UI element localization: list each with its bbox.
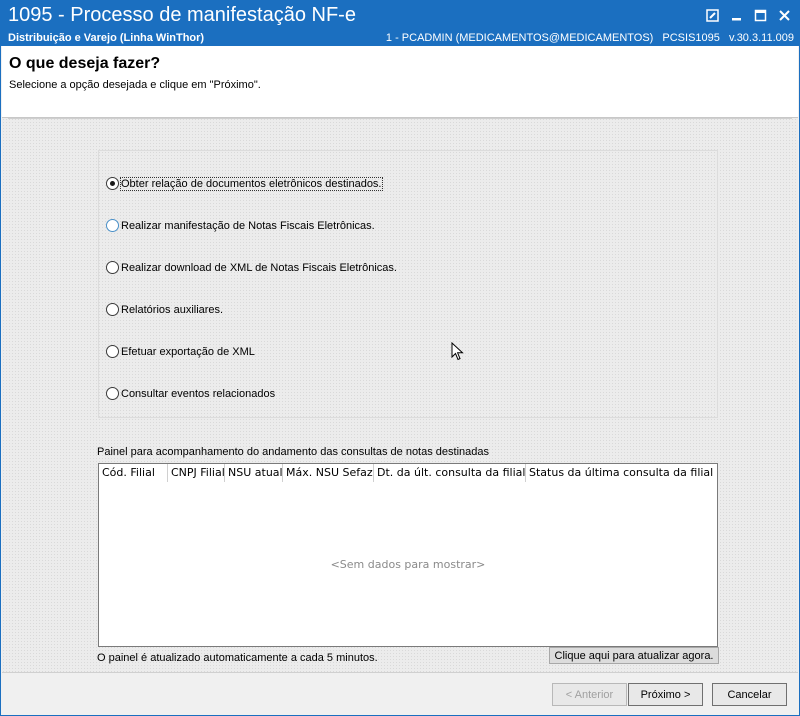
column-cnpj-filial[interactable]: CNPJ Filial xyxy=(168,464,225,482)
option-obter-relacao[interactable]: Obter relação de documentos eletrônicos … xyxy=(106,176,383,191)
column-max-nsu-sefaz[interactable]: Máx. NSU Sefaz xyxy=(283,464,374,482)
window-controls xyxy=(702,6,794,24)
panel-label: Painel para acompanhamento do andamento … xyxy=(97,446,489,458)
option-download-xml[interactable]: Realizar download de XML de Notas Fiscai… xyxy=(106,261,397,274)
radio-obter-relacao[interactable] xyxy=(106,177,119,190)
wizard-content: Obter relação de documentos eletrônicos … xyxy=(2,118,798,672)
page-instruction: Selecione a opção desejada e clique em "… xyxy=(9,79,261,91)
option-realizar-manifestacao[interactable]: Realizar manifestação de Notas Fiscais E… xyxy=(106,219,375,232)
status-grid[interactable]: Cód. Filial CNPJ Filial NSU atual Máx. N… xyxy=(98,463,718,647)
column-dt-ult-consulta[interactable]: Dt. da últ. consulta da filial xyxy=(374,464,526,482)
option-label: Realizar manifestação de Notas Fiscais E… xyxy=(121,219,375,232)
option-label: Efetuar exportação de XML xyxy=(121,345,255,358)
program-label: PCSIS1095 xyxy=(662,32,720,44)
edit-window-button[interactable] xyxy=(702,6,722,24)
close-icon xyxy=(778,9,790,21)
minimize-button[interactable] xyxy=(726,6,746,24)
options-group: Obter relação de documentos eletrônicos … xyxy=(98,150,718,418)
grid-header: Cód. Filial CNPJ Filial NSU atual Máx. N… xyxy=(99,464,717,482)
radio-consultar-eventos[interactable] xyxy=(106,387,119,400)
wizard-navigation: < Anterior Próximo > Cancelar xyxy=(2,672,798,714)
option-label: Obter relação de documentos eletrônicos … xyxy=(120,176,383,191)
title-bar: 1095 - Processo de manifestação NF-e Dis… xyxy=(0,0,800,46)
column-nsu-atual[interactable]: NSU atual xyxy=(225,464,283,482)
refresh-note: O painel é atualizado automaticamente a … xyxy=(97,652,378,664)
grid-empty-text: <Sem dados para mostrar> xyxy=(330,558,486,571)
option-exportacao-xml[interactable]: Efetuar exportação de XML xyxy=(106,345,255,358)
radio-exportacao-xml[interactable] xyxy=(106,345,119,358)
window-subtitle: Distribuição e Varejo (Linha WinThor) xyxy=(8,32,205,44)
refresh-now-button[interactable]: Clique aqui para atualizar agora. xyxy=(549,647,719,664)
mouse-pointer-icon xyxy=(451,342,464,361)
wizard-header: O que deseja fazer? Selecione a opção de… xyxy=(2,46,798,118)
maximize-button[interactable] xyxy=(750,6,770,24)
option-label: Realizar download de XML de Notas Fiscai… xyxy=(121,261,397,274)
radio-realizar-manifestacao[interactable] xyxy=(106,219,119,232)
option-consultar-eventos[interactable]: Consultar eventos relacionados xyxy=(106,387,275,400)
option-relatorios[interactable]: Relatórios auxiliares. xyxy=(106,303,223,316)
radio-download-xml[interactable] xyxy=(106,261,119,274)
option-label: Consultar eventos relacionados xyxy=(121,387,276,400)
radio-relatorios[interactable] xyxy=(106,303,119,316)
column-status-ult-consulta[interactable]: Status da última consulta da filial xyxy=(526,464,717,482)
maximize-icon xyxy=(754,9,766,21)
user-label: 1 - PCADMIN (MEDICAMENTOS@MEDICAMENTOS) xyxy=(385,32,654,44)
window-title: 1095 - Processo de manifestação NF-e xyxy=(8,4,356,26)
user-info: 1 - PCADMIN (MEDICAMENTOS@MEDICAMENTOS) … xyxy=(386,32,794,44)
column-cod-filial[interactable]: Cód. Filial xyxy=(99,464,168,482)
cancel-button[interactable]: Cancelar xyxy=(712,683,787,706)
next-button[interactable]: Próximo > xyxy=(628,683,703,706)
previous-button[interactable]: < Anterior xyxy=(552,683,627,706)
close-button[interactable] xyxy=(774,6,794,24)
option-label: Relatórios auxiliares. xyxy=(121,303,224,316)
edit-icon xyxy=(705,8,719,22)
content-divider xyxy=(8,118,792,119)
minimize-icon xyxy=(731,17,741,20)
version-label: v.30.3.11.009 xyxy=(728,32,794,44)
page-title: O que deseja fazer? xyxy=(9,55,161,72)
